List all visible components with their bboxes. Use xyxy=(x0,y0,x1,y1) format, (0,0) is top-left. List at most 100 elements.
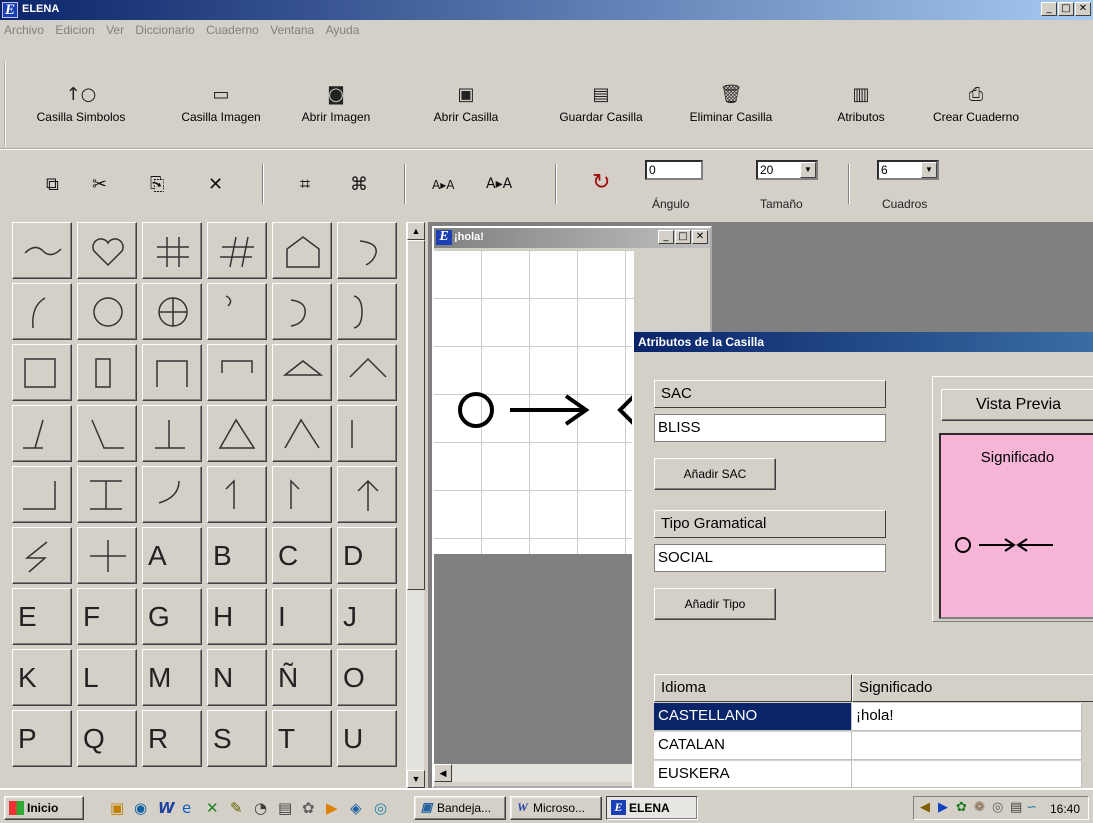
rotate-icon[interactable]: ↻ xyxy=(592,170,610,195)
angle-input[interactable]: 0 xyxy=(645,160,703,180)
tray-icon[interactable]: ◎ xyxy=(992,800,1003,815)
media-player-icon[interactable]: ▶ xyxy=(326,799,338,817)
chevron-down-icon[interactable]: ▼ xyxy=(921,162,937,178)
word-icon[interactable]: W xyxy=(158,799,175,817)
symbol-curve-hook-button[interactable] xyxy=(142,466,202,523)
maximize-button[interactable]: □ xyxy=(1058,2,1074,16)
tray-icon[interactable]: ∽ xyxy=(1026,800,1037,815)
abrir-imagen-button[interactable]: ◙ Abrir Imagen xyxy=(291,80,381,140)
symbol-small-hook-button[interactable] xyxy=(207,283,267,340)
delete-icon[interactable]: ✕ xyxy=(208,174,223,195)
symbol-slash-base-button[interactable] xyxy=(12,405,72,462)
font-smaller-button[interactable]: A▸A xyxy=(432,178,454,192)
vista-previa-button[interactable]: Vista Previa xyxy=(941,389,1093,421)
casilla-imagen-button[interactable]: ▭ Casilla Imagen xyxy=(171,80,271,140)
casilla-simbolos-button[interactable]: ↑○ Casilla Simbolos xyxy=(26,80,136,140)
significado-column-header[interactable]: Significado xyxy=(852,674,1093,702)
volume-icon[interactable]: ◀ xyxy=(920,800,930,815)
add-tipo-button[interactable]: Añadir Tipo xyxy=(654,588,776,620)
table-row-idioma[interactable]: CATALAN xyxy=(654,732,852,760)
symbol-tall-rect-button[interactable] xyxy=(77,344,137,401)
symbol-open-triangle-button[interactable] xyxy=(272,405,332,462)
paste-icon[interactable]: ⎘ xyxy=(150,174,164,195)
symbol-letter-button[interactable]: R xyxy=(142,710,202,767)
symbol-letter-button[interactable]: G xyxy=(142,588,202,645)
symbol-letter-button[interactable]: S xyxy=(207,710,267,767)
tray-icon[interactable]: ✿ xyxy=(956,800,967,815)
symbol-house-button[interactable] xyxy=(272,222,332,279)
symbol-arch-button[interactable] xyxy=(142,344,202,401)
internet-explorer-icon[interactable]: e xyxy=(182,799,191,817)
flip-horizontal-icon[interactable]: ⌗ xyxy=(300,174,310,195)
symbol-letter-button[interactable]: D xyxy=(337,527,397,584)
symbol-letter-button[interactable]: Ñ xyxy=(272,649,332,706)
abrir-casilla-button[interactable]: ▣ Abrir Casilla xyxy=(426,80,506,140)
symbol-up-arrow-button[interactable] xyxy=(337,466,397,523)
symbol-letter-button[interactable]: N xyxy=(207,649,267,706)
menu-ver[interactable]: Ver xyxy=(102,20,128,40)
close-button[interactable]: ✕ xyxy=(692,230,708,244)
table-row-significado[interactable] xyxy=(852,761,1082,788)
symbol-curve-left-button[interactable] xyxy=(12,283,72,340)
symbol-triangle-line-button[interactable] xyxy=(272,344,332,401)
cuadros-select[interactable]: 6 ▼ xyxy=(877,160,939,180)
symbol-letter-button[interactable]: C xyxy=(272,527,332,584)
start-button[interactable]: Inicio xyxy=(4,796,84,820)
quicklaunch-icon[interactable]: ◔ xyxy=(254,799,267,817)
crear-cuaderno-button[interactable]: ⎙ Crear Cuaderno xyxy=(926,80,1026,140)
drawing-canvas[interactable] xyxy=(434,250,634,554)
menu-ventana[interactable]: Ventana xyxy=(266,20,318,40)
minimize-button[interactable]: _ xyxy=(658,230,674,244)
symbol-backslash-base-button[interactable] xyxy=(77,405,137,462)
table-row-idioma[interactable]: CASTELLANO xyxy=(654,703,852,731)
symbol-lightning-button[interactable] xyxy=(12,527,72,584)
symbol-letter-button[interactable]: L xyxy=(77,649,137,706)
symbol-circle-button[interactable] xyxy=(77,283,137,340)
quicklaunch-icon[interactable]: ✎ xyxy=(230,799,243,817)
excel-icon[interactable]: ✕ xyxy=(206,799,219,817)
symbol-caret-button[interactable] xyxy=(337,344,397,401)
table-row-significado[interactable]: ¡hola! xyxy=(852,703,1082,731)
symbol-letter-button[interactable]: T xyxy=(272,710,332,767)
guardar-casilla-button[interactable]: ▤ Guardar Casilla xyxy=(551,80,651,140)
symbol-letter-button[interactable]: P xyxy=(12,710,72,767)
symbol-letter-button[interactable]: O xyxy=(337,649,397,706)
symbol-plus-button[interactable] xyxy=(77,527,137,584)
eliminar-casilla-button[interactable]: 🗑 Eliminar Casilla xyxy=(681,80,781,140)
table-row-significado[interactable] xyxy=(852,732,1082,760)
close-button[interactable]: ✕ xyxy=(1075,2,1091,16)
tray-icon[interactable]: ❁ xyxy=(974,800,985,815)
symbol-thin-paren-button[interactable] xyxy=(337,283,397,340)
symbol-i-beam-button[interactable] xyxy=(77,466,137,523)
task-bandeja[interactable]: ▣ Bandeja... xyxy=(414,796,506,820)
symbol-curve-right-button[interactable] xyxy=(337,222,397,279)
symbol-letter-button[interactable]: U xyxy=(337,710,397,767)
menu-cuaderno[interactable]: Cuaderno xyxy=(202,20,263,40)
quicklaunch-icon[interactable]: ◉ xyxy=(134,799,147,817)
quicklaunch-icon[interactable]: ▣ xyxy=(110,799,124,817)
symbol-one-button[interactable] xyxy=(207,466,267,523)
size-select[interactable]: 20 ▼ xyxy=(756,160,818,180)
symbol-letter-button[interactable]: Q xyxy=(77,710,137,767)
symbol-vertical-line-button[interactable] xyxy=(337,405,397,462)
symbol-letter-button[interactable]: A xyxy=(142,527,202,584)
scroll-up-icon[interactable]: ▲ xyxy=(407,222,425,240)
symbol-corner-button[interactable] xyxy=(12,466,72,523)
quicklaunch-icon[interactable]: ◈ xyxy=(350,799,362,817)
symbol-letter-button[interactable]: J xyxy=(337,588,397,645)
table-row-idioma[interactable]: EUSKERA xyxy=(654,761,852,788)
scroll-down-icon[interactable]: ▼ xyxy=(407,770,425,788)
symbol-square-button[interactable] xyxy=(12,344,72,401)
symbol-circle-cross-button[interactable] xyxy=(142,283,202,340)
symbol-letter-button[interactable]: B xyxy=(207,527,267,584)
quicklaunch-icon[interactable]: ▤ xyxy=(278,799,292,817)
symbol-up-tack-button[interactable] xyxy=(142,405,202,462)
chevron-down-icon[interactable]: ▼ xyxy=(800,162,816,178)
sac-field[interactable]: BLISS xyxy=(654,414,886,442)
symbol-letter-button[interactable]: K xyxy=(12,649,72,706)
symbol-wave-button[interactable] xyxy=(12,222,72,279)
palette-scrollbar[interactable]: ▲ ▼ xyxy=(406,222,425,788)
maximize-button[interactable]: □ xyxy=(675,230,691,244)
symbol-low-arch-button[interactable] xyxy=(207,344,267,401)
symbol-paren-right-button[interactable] xyxy=(272,283,332,340)
